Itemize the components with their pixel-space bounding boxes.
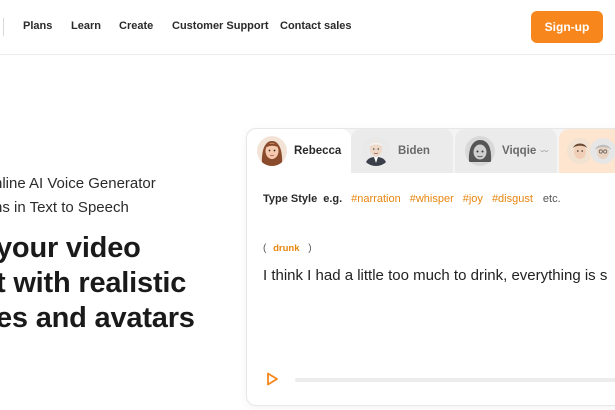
audio-progress-bar[interactable] — [295, 378, 615, 382]
tab-label-viqqie: Viqqie — [502, 145, 537, 157]
audio-wave-icon: 〰 — [540, 146, 549, 156]
top-nav: Plans Learn Create Customer Support Cont… — [0, 0, 615, 55]
tab-viqqie[interactable]: Viqqie 〰 — [455, 129, 559, 173]
emotion-open-paren: ( — [263, 243, 267, 254]
nav-link-create[interactable]: Create — [119, 20, 153, 32]
tab-rebecca[interactable]: Rebecca — [247, 129, 351, 173]
nav-link-contact-sales[interactable]: Contact sales — [280, 20, 352, 32]
tag-narration[interactable]: #narration — [351, 193, 401, 205]
voice-demo-card: Rebecca Biden Viqqie 〰 Type Style e.g. #… — [246, 128, 615, 406]
hero-subtitle-line-2: ns in Text to Speech — [0, 199, 129, 216]
eg-label: e.g. — [323, 193, 343, 205]
nav-link-customer-support[interactable]: Customer Support — [172, 20, 269, 32]
demo-sentence[interactable]: I think I had a little too much to drink… — [263, 267, 607, 284]
tab-label-biden: Biden — [398, 145, 430, 157]
emotion-close-paren: ) — [308, 243, 312, 254]
emotion-tag: ( drunk ) — [263, 243, 312, 254]
viqqie-avatar — [465, 136, 495, 166]
hero-title-line-2: t with realistic — [0, 267, 187, 299]
voice-tabs: Rebecca Biden Viqqie 〰 — [247, 129, 615, 173]
nav-divider — [3, 18, 4, 36]
emotion-word: drunk — [273, 243, 300, 254]
type-style-label: Type Style — [263, 193, 318, 205]
tag-whisper[interactable]: #whisper — [410, 193, 454, 205]
biden-avatar — [361, 136, 391, 166]
tab-more-voices[interactable] — [559, 129, 615, 173]
rebecca-avatar — [257, 136, 287, 166]
signup-button[interactable]: Sign-up — [531, 11, 603, 43]
tag-disgust[interactable]: #disgust — [492, 193, 533, 205]
etc-label: etc. — [542, 193, 561, 205]
tab-biden[interactable]: Biden — [351, 129, 455, 173]
hero-title-line-1: your video — [0, 232, 141, 264]
tab-label-rebecca: Rebecca — [294, 145, 342, 157]
play-icon[interactable] — [265, 372, 279, 386]
hero-title-line-3: es and avatars — [0, 302, 195, 334]
character-avatar-2 — [589, 137, 615, 165]
hero-subtitle-line-1: nline AI Voice Generator — [0, 175, 156, 192]
nav-link-learn[interactable]: Learn — [71, 20, 101, 32]
nav-link-plans[interactable]: Plans — [23, 20, 52, 32]
tag-joy[interactable]: #joy — [463, 193, 483, 205]
type-style-row: Type Style e.g. #narration #whisper #joy… — [263, 193, 561, 205]
